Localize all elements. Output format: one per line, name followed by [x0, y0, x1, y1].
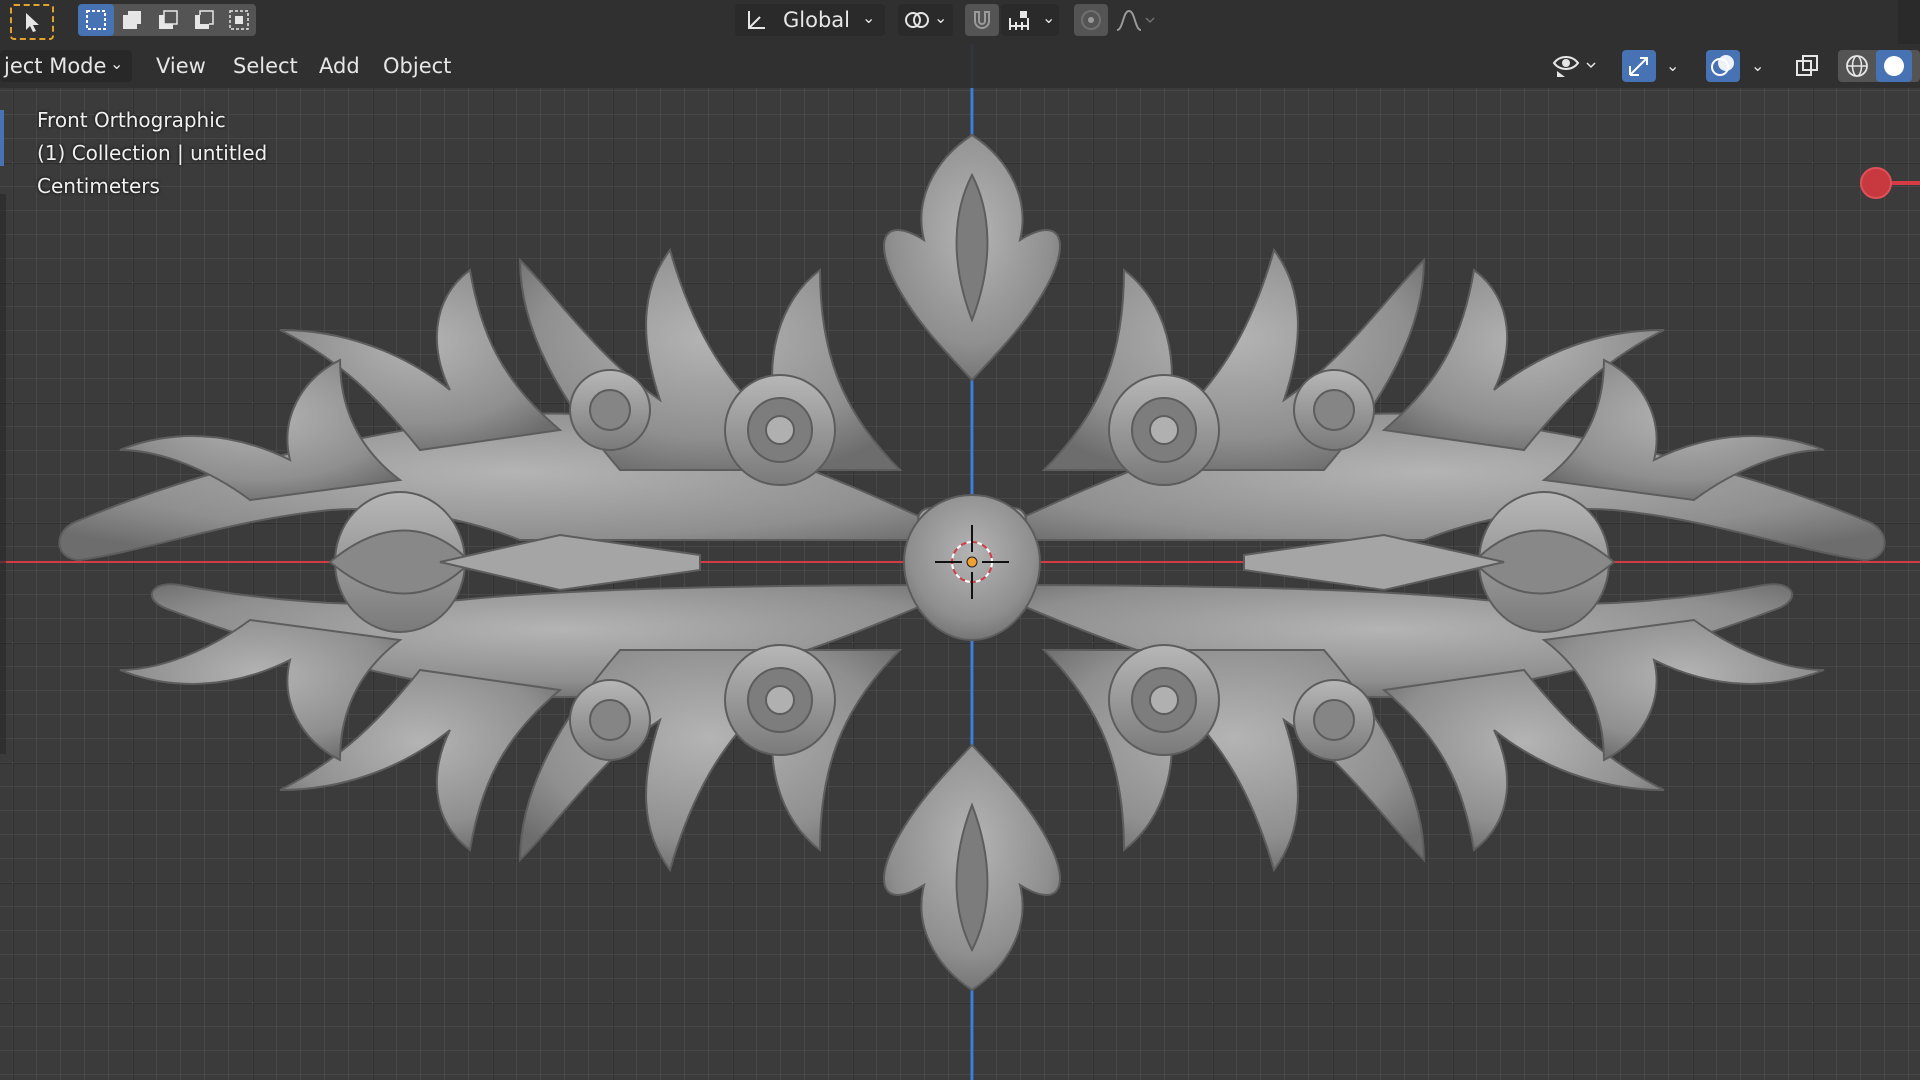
- transform-orientation-icon: [748, 11, 765, 29]
- box-subtract-icon: [159, 10, 178, 29]
- object-visibility-icon: [1552, 56, 1596, 77]
- active-region-indicator: [0, 110, 4, 166]
- transform-orientation-label: Global: [783, 8, 850, 32]
- snap-increment-icon-wrap: [1003, 4, 1035, 36]
- object-origin-dot: [966, 556, 978, 568]
- chevron-down-icon: ⌄: [1042, 8, 1056, 27]
- menu-add[interactable]: Add: [313, 52, 366, 80]
- 3d-viewport[interactable]: Front Orthographic (1) Collection | unti…: [0, 44, 1920, 1080]
- mode-label: ject Mode: [4, 54, 107, 78]
- gizmo-toggle-button[interactable]: [1622, 50, 1656, 82]
- box-select-intersect-button[interactable]: [222, 4, 256, 36]
- menu-object[interactable]: Object: [377, 52, 457, 80]
- collection-label: (1) Collection | untitled: [37, 141, 268, 165]
- solid-shading-icon: [1884, 56, 1904, 76]
- box-new-icon: [86, 10, 106, 30]
- chevron-down-icon: ⌄: [110, 54, 124, 73]
- viewport-canvas: [0, 44, 1920, 1080]
- box-extend-icon: [123, 11, 141, 29]
- ornament-right-half: [973, 247, 1886, 873]
- navigation-gizmo-x-axis[interactable]: [1860, 167, 1920, 199]
- chevron-down-icon: ⌄: [1666, 56, 1680, 75]
- falloff-curve-icon: [1116, 9, 1155, 31]
- wireframe-shading-button[interactable]: [1840, 50, 1874, 82]
- snap-increment-icon: [1009, 11, 1029, 30]
- view-name-label: Front Orthographic: [37, 108, 226, 132]
- select-tool-button[interactable]: [10, 4, 54, 40]
- box-select-subtract-button[interactable]: [150, 4, 186, 36]
- ornament-left-half: [58, 247, 971, 873]
- wireframe-shading-icon: [1846, 55, 1868, 77]
- xray-toggle-button[interactable]: [1790, 50, 1824, 82]
- header-edge: [1898, 0, 1920, 44]
- solid-shading-button[interactable]: [1876, 50, 1912, 82]
- tool-header: Global ⌄ ⌄ ⌄: [0, 0, 1920, 44]
- overlays-icon: [1711, 55, 1734, 76]
- object-visibility-dropdown[interactable]: [1548, 50, 1604, 82]
- gizmo-toggle-icon: [1629, 57, 1648, 76]
- box-invert-icon: [195, 10, 214, 29]
- proportional-edit-icon: [1081, 10, 1101, 30]
- chevron-down-icon: ⌄: [934, 8, 948, 27]
- falloff-dropdown[interactable]: [1112, 4, 1158, 36]
- chevron-down-icon: ⌄: [1751, 56, 1765, 75]
- pivot-point-icon: [905, 12, 929, 28]
- snap-toggle-button[interactable]: [965, 4, 999, 36]
- cursor-arrow-icon: [26, 13, 39, 32]
- transform-orientation-icon-wrap: [740, 4, 772, 36]
- overlays-toggle-button[interactable]: [1706, 50, 1740, 82]
- proportional-edit-button[interactable]: [1074, 4, 1108, 36]
- mode-dropdown[interactable]: ject Mode ⌄: [0, 50, 132, 82]
- menu-view[interactable]: View: [150, 52, 212, 80]
- box-intersect-icon: [229, 10, 249, 30]
- pivot-point-icon-wrap: [900, 4, 934, 36]
- box-select-new-button[interactable]: [78, 4, 114, 36]
- menu-select[interactable]: Select: [227, 52, 304, 80]
- chevron-down-icon: ⌄: [862, 8, 876, 27]
- snap-magnet-icon: [974, 11, 990, 29]
- box-select-extend-button[interactable]: [114, 4, 150, 36]
- xray-toggle-icon: [1796, 55, 1818, 76]
- box-select-invert-button[interactable]: [186, 4, 222, 36]
- units-label: Centimeters: [37, 174, 160, 198]
- toolbar-edge[interactable]: [0, 194, 6, 754]
